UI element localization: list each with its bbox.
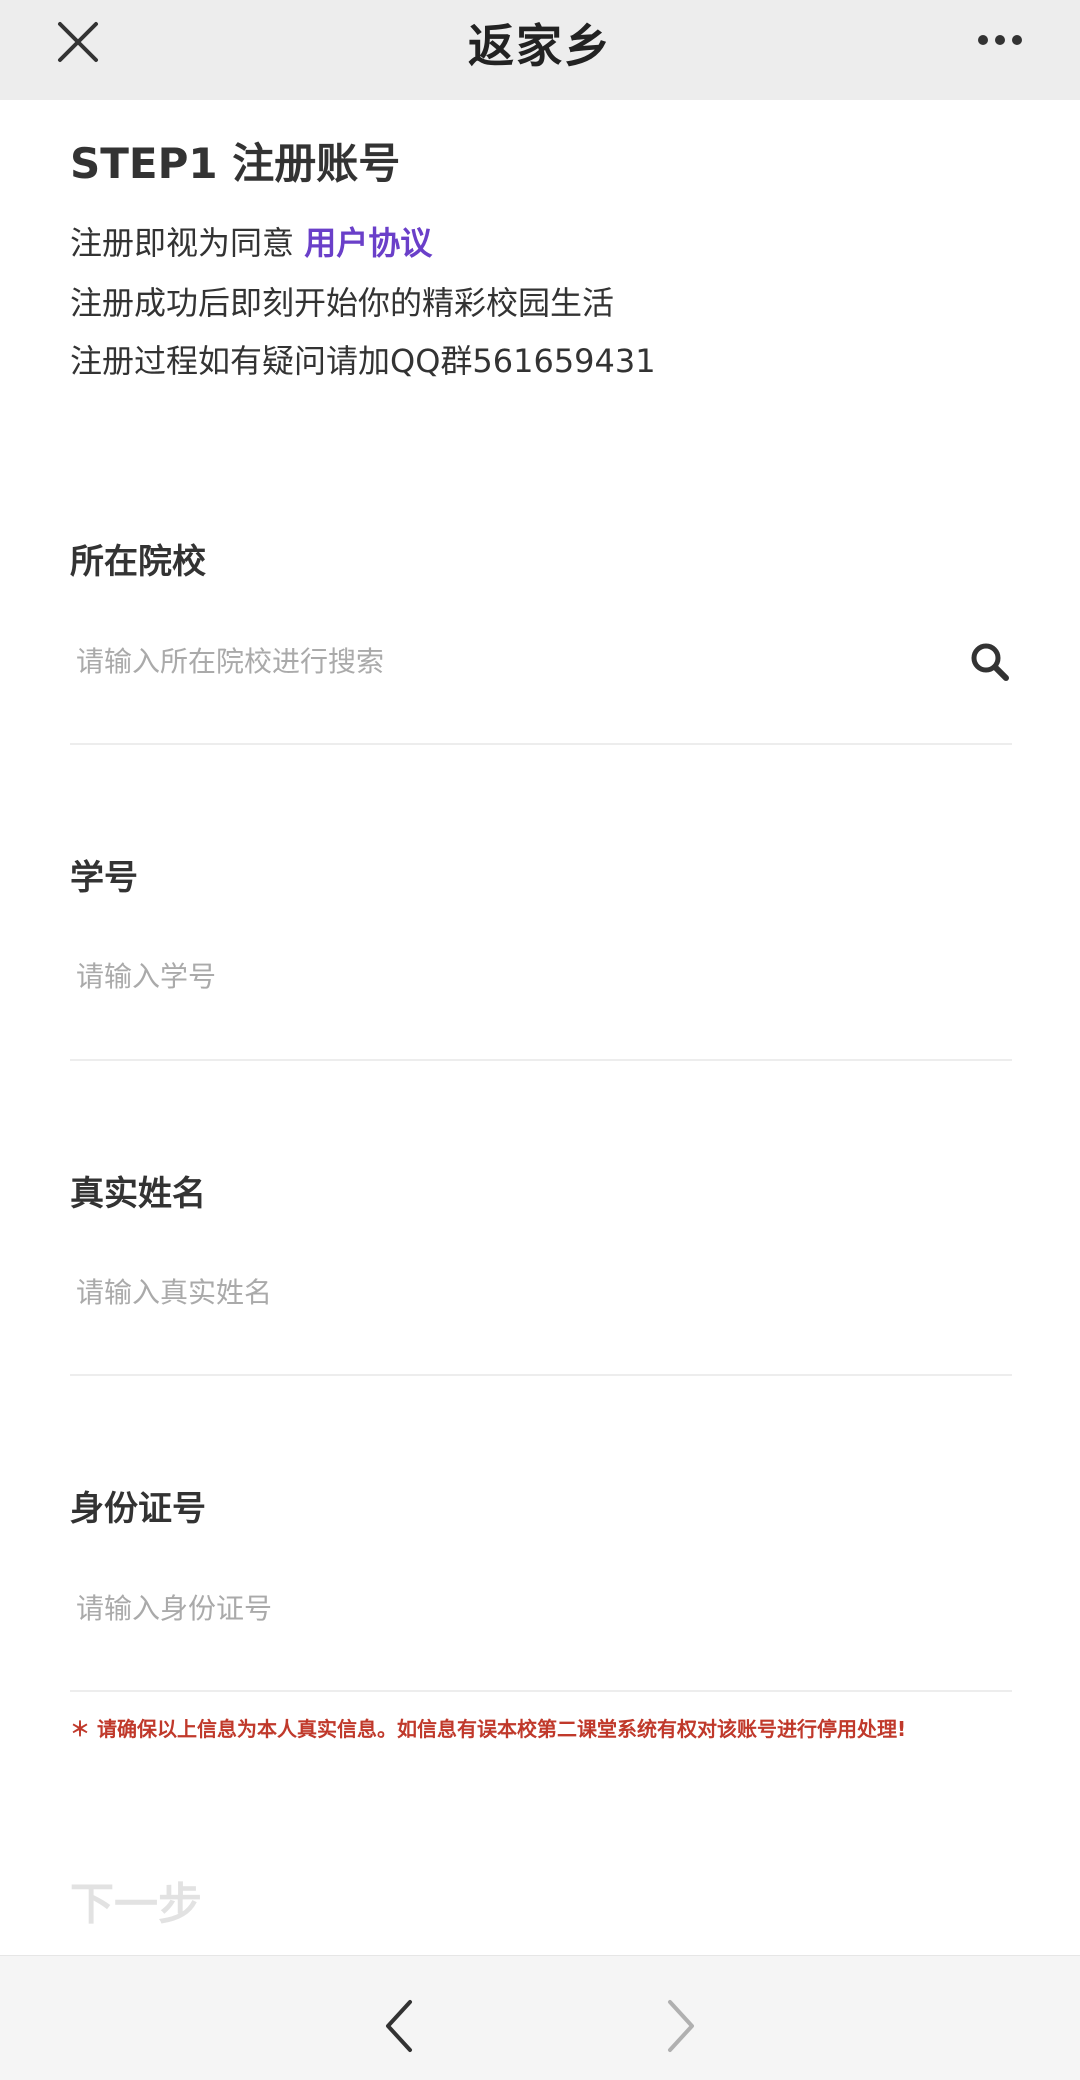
browser-bottom-bar <box>0 1955 1080 2080</box>
real-name-label: 真实姓名 <box>70 1174 206 1214</box>
search-icon <box>971 643 1009 681</box>
divider <box>70 1374 1012 1376</box>
divider <box>70 743 1012 745</box>
real-name-input[interactable] <box>70 1262 1012 1322</box>
verification-notice: ＊ 请确保以上信息为本人真实信息。如信息有误本校第二课堂系统有权对该账号进行停用… <box>70 1717 907 1741</box>
next-step-button[interactable]: 下一步 <box>70 1868 202 1932</box>
chevron-right-icon <box>668 2000 694 2052</box>
more-button[interactable] <box>970 26 1030 54</box>
school-label: 所在院校 <box>70 542 206 582</box>
intro-line-2: 注册成功后即刻开始你的精彩校园生活 <box>70 284 615 322</box>
student-id-input[interactable] <box>70 946 1012 1006</box>
top-nav-bar: 返家乡 <box>0 0 1080 100</box>
intro-line-3: 注册过程如有疑问请加QQ群561659431 <box>70 342 656 380</box>
page-title: 返家乡 <box>468 19 612 73</box>
more-dots-icon <box>978 35 988 45</box>
id-number-label: 身份证号 <box>70 1489 206 1529</box>
school-search-input[interactable] <box>70 631 950 691</box>
agreement-prefix: 注册即视为同意 <box>70 224 305 262</box>
user-agreement-link[interactable]: 用户协议 <box>304 224 432 262</box>
search-button[interactable] <box>968 640 1012 684</box>
back-button[interactable] <box>378 1996 422 2056</box>
forward-button[interactable] <box>658 1996 702 2056</box>
chevron-left-icon <box>386 2000 412 2052</box>
divider <box>70 1690 1012 1692</box>
agreement-line: 注册即视为同意 用户协议 <box>70 218 432 264</box>
divider <box>70 1059 1012 1061</box>
step-title: STEP1 注册账号 <box>70 139 401 188</box>
id-number-input[interactable] <box>70 1578 1012 1638</box>
student-id-label: 学号 <box>70 858 138 898</box>
